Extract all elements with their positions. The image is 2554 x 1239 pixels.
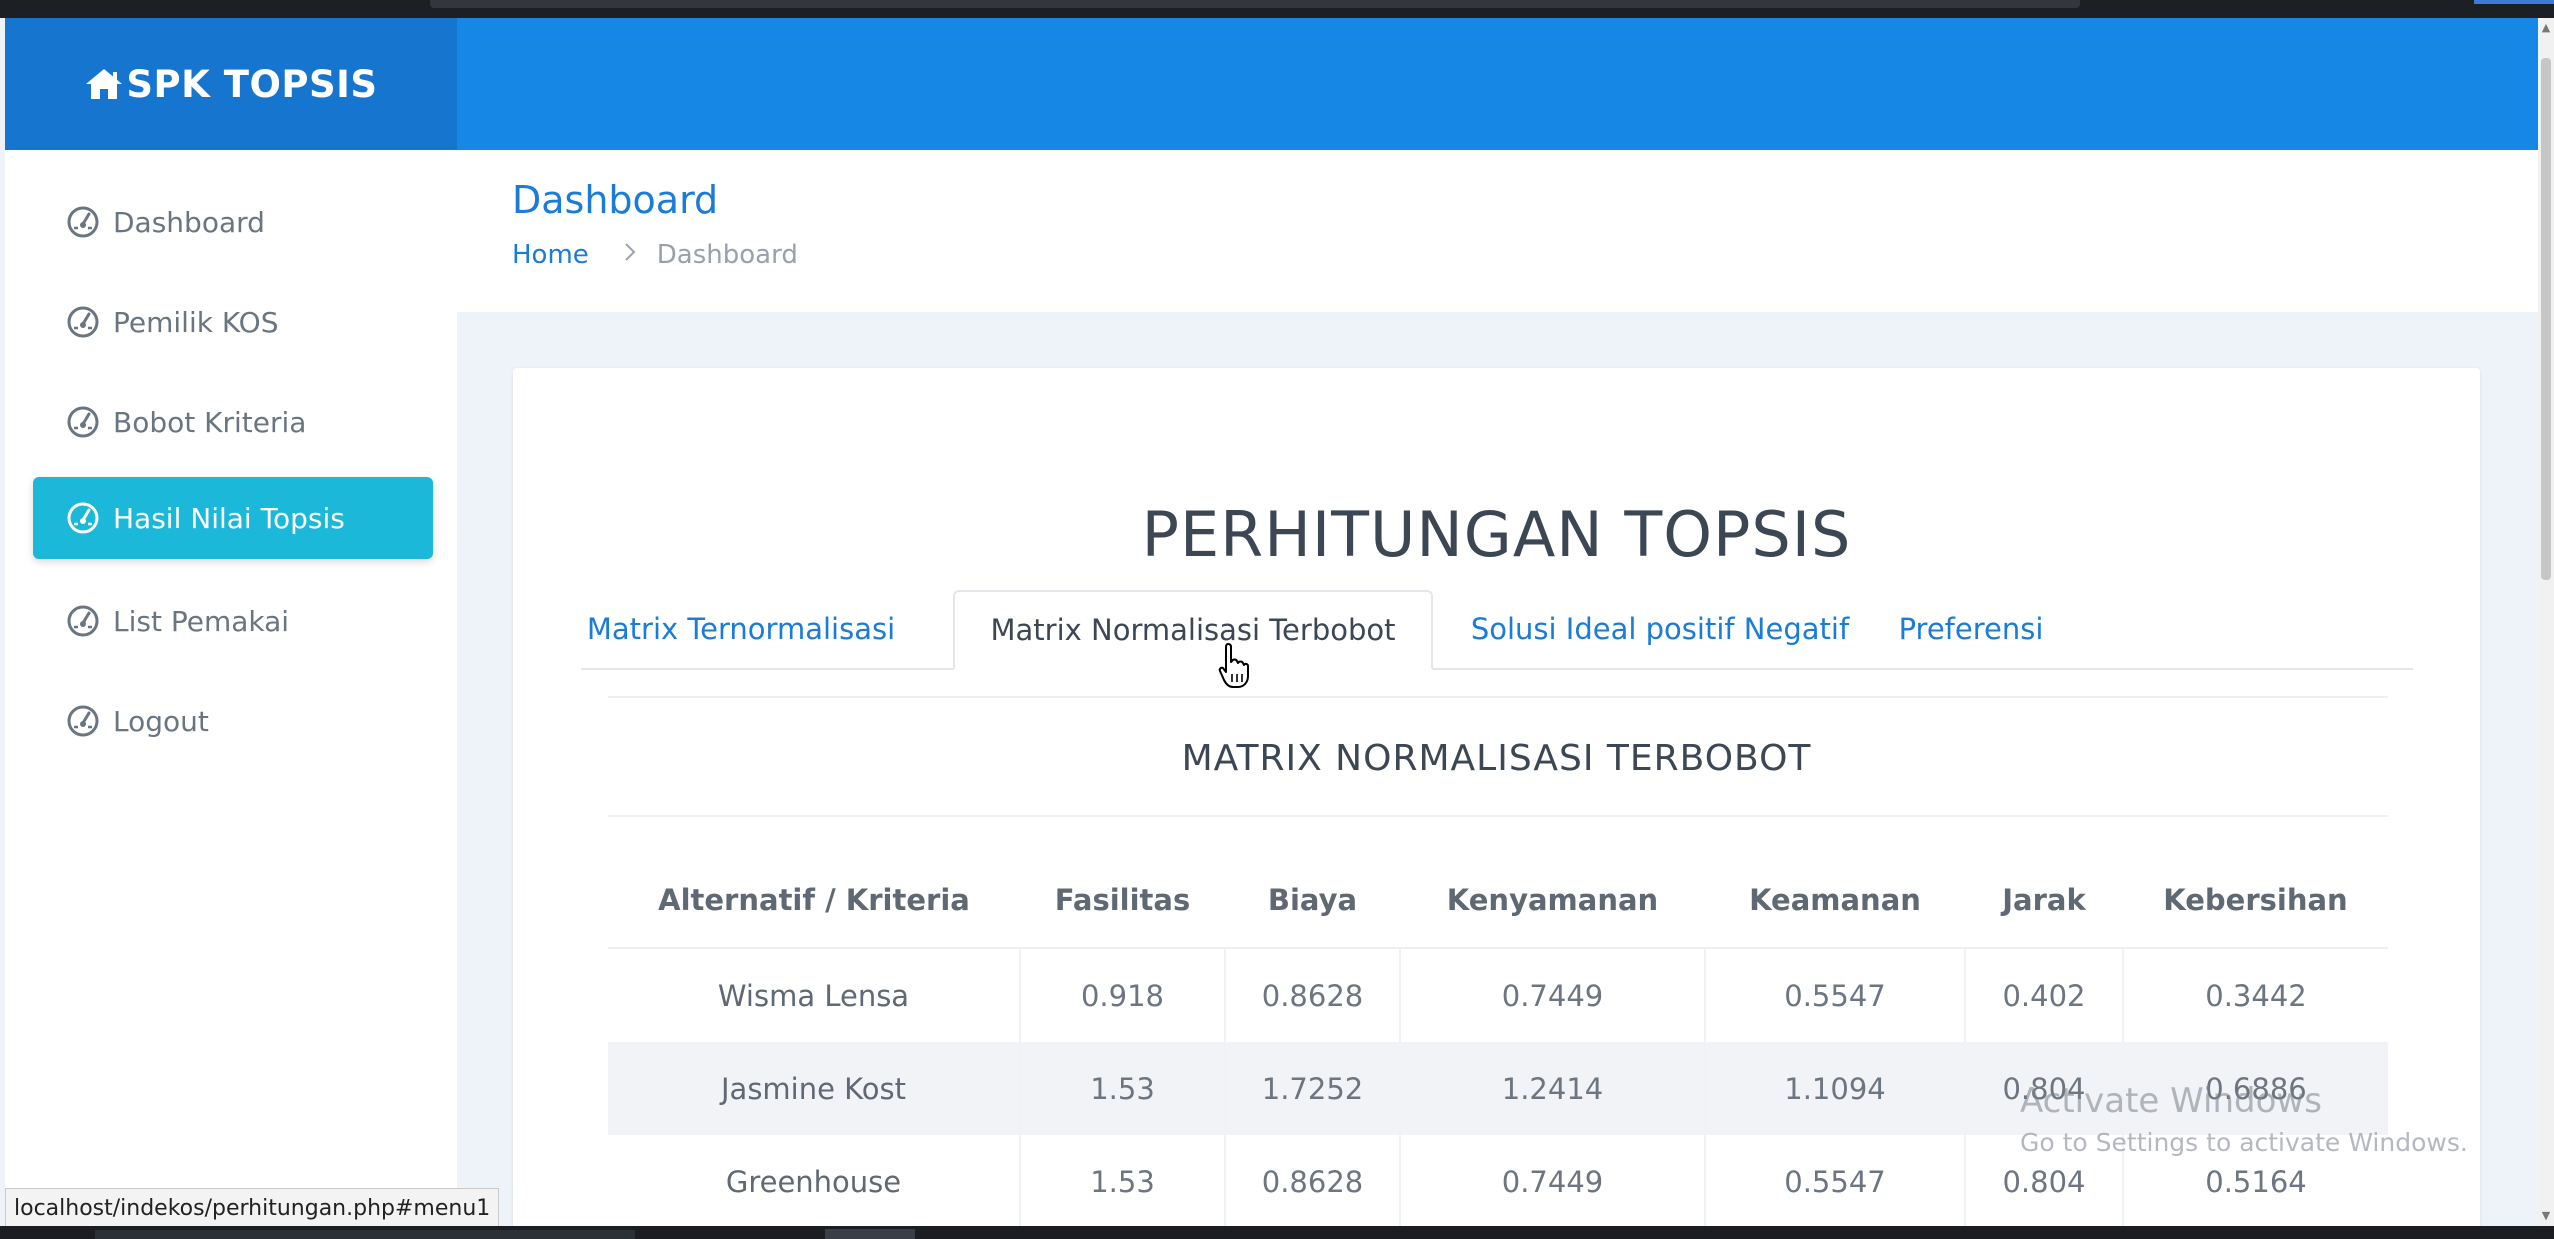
table-cell: 0.8628 [1225,948,1401,1042]
breadcrumb: Home Dashboard [512,240,798,270]
weighted-matrix-table: Alternatif / Kriteria Fasilitas Biaya Ke… [608,853,2388,1228]
window-corner-accent [2474,0,2554,4]
column-header: Jarak [1965,853,2123,949]
speedometer-icon [67,306,99,338]
table-cell: 0.5547 [1705,948,1966,1042]
speedometer-icon [67,705,99,737]
taskbar-segment [825,1229,915,1239]
speedometer-icon [67,206,99,238]
browser-tab-bar [430,0,2080,8]
sidebar-item-pemilik-kos[interactable]: Pemilik KOS [33,281,433,363]
table-cell: Wisma Lensa [608,948,1021,1042]
table-header-row: Alternatif / Kriteria Fasilitas Biaya Ke… [608,853,2388,949]
sidebar-item-hasil-nilai-topsis[interactable]: Hasil Nilai Topsis [33,477,433,559]
table-cell: 1.2414 [1400,1042,1706,1135]
tab-preferensi[interactable]: Preferensi [1889,590,2053,668]
table-cell: 0.5547 [1705,1135,1966,1228]
content-title: PERHITUNGAN TOPSIS [1141,498,1852,571]
table-cell: 0.7449 [1400,1135,1706,1228]
sidebar-item-label: Pemilik KOS [113,305,279,339]
page-scrollbar[interactable]: ▲ ▼ [2538,18,2554,1226]
divider [608,696,2388,698]
sidebar-item-list-pemakai[interactable]: List Pemakai [33,580,433,662]
table-cell: 1.1094 [1705,1042,1966,1135]
column-header: Kenyamanan [1400,853,1705,949]
sidebar: Dashboard Pemilik KOS Bobot Kriteria Has… [5,150,457,1220]
tab-matrix-normalisasi-terbobot[interactable]: Matrix Normalisasi Terbobot [953,590,1433,670]
table-cell: 1.53 [1020,1042,1226,1135]
column-header: Biaya [1225,853,1400,949]
page-title: Dashboard [512,178,719,222]
table-cell: 0.3442 [2205,978,2307,1013]
table-cell: Greenhouse [608,1135,1021,1228]
browser-status-url: localhost/indekos/perhitungan.php#menu1 [5,1188,500,1228]
table-cell: 0.918 [1020,948,1226,1042]
tab-bar: Matrix Ternormalisasi Matrix Normalisasi… [581,590,2413,670]
sidebar-item-dashboard[interactable]: Dashboard [33,181,433,263]
scroll-down-arrow-icon[interactable]: ▼ [2540,1210,2552,1222]
brand[interactable]: SPK TOPSIS [5,18,457,150]
tab-matrix-ternormalisasi[interactable]: Matrix Ternormalisasi [581,590,901,668]
home-icon [86,69,123,99]
brand-name: SPK TOPSIS [126,62,378,106]
speedometer-icon [67,502,99,534]
table-cell: Jasmine Kost [608,1042,1021,1135]
speedometer-icon [67,605,99,637]
scroll-up-arrow-icon[interactable]: ▲ [2540,22,2552,34]
sidebar-item-label: List Pemakai [113,604,290,638]
column-header: Alternatif / Kriteria [608,853,1020,949]
sidebar-item-bobot-kriteria[interactable]: Bobot Kriteria [33,381,433,463]
browser-top-strip [0,0,2554,18]
sidebar-item-label: Dashboard [113,205,265,239]
table-cell: 1.7252 [1225,1042,1401,1135]
sidebar-item-label: Bobot Kriteria [113,405,307,439]
breadcrumb-current: Dashboard [656,240,798,270]
section-title: MATRIX NORMALISASI TERBOBOT [1181,738,1812,779]
sidebar-item-label: Logout [113,704,209,738]
column-header: Fasilitas [1020,853,1225,949]
sidebar-item-logout[interactable]: Logout [33,680,433,762]
sidebar-item-label: Hasil Nilai Topsis [113,501,345,535]
scrollbar-thumb[interactable] [2541,58,2551,580]
table-row: Wisma Lensa 0.918 0.8628 0.7449 0.5547 0… [608,948,2388,1042]
activate-windows-watermark: Activate Windows [2020,1081,2322,1121]
table-cell: 0.7449 [1400,948,1706,1042]
taskbar-segment [95,1230,635,1239]
breadcrumb-home-link[interactable]: Home [512,240,589,270]
os-taskbar [0,1226,2554,1239]
speedometer-icon [67,406,99,438]
hand-cursor-icon [1218,643,1249,688]
activate-windows-hint: Go to Settings to activate Windows. [2020,1128,2468,1157]
tab-solusi-ideal[interactable]: Solusi Ideal positif Negatif [1455,590,1865,668]
table-cell: 1.53 [1020,1135,1226,1228]
page-header: Dashboard Home Dashboard [457,150,2538,312]
column-header: Kebersihan [2123,853,2388,949]
chevron-right-icon [623,241,637,269]
column-header: Keamanan [1705,853,1965,949]
table-cell: 0.402 [1965,948,2124,1042]
table-cell: 0.8628 [1225,1135,1401,1228]
divider [608,815,2388,817]
top-header: SPK TOPSIS [5,18,2538,150]
